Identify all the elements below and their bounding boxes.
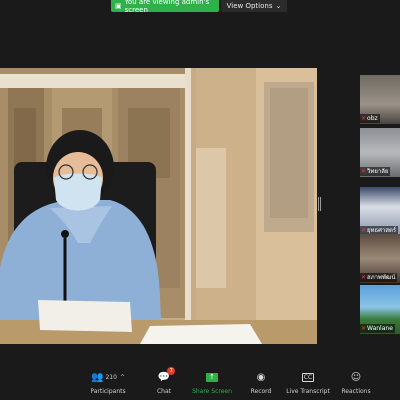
participant-name-tag: ✕ obz (360, 114, 380, 123)
chevron-down-icon: ⌄ (275, 2, 282, 10)
participant-name: obz (367, 115, 378, 122)
closed-caption-icon: CC (301, 372, 315, 382)
record-icon: ◉ (256, 371, 266, 383)
participant-thumbnail[interactable]: ✕ สภาพพัฒน์ (360, 234, 400, 283)
active-speaker-video (0, 68, 317, 344)
share-screen-icon: ↑ (206, 372, 218, 382)
muted-mic-icon: ✕ (361, 274, 367, 281)
participant-name-tag: ✕ Wanlane (360, 324, 395, 333)
chat-unread-badge: 7 (167, 367, 176, 375)
share-screen-label: Share Screen (192, 388, 232, 395)
participants-options-caret[interactable]: ^ (120, 374, 125, 381)
participants-label: Participants (90, 388, 126, 395)
participant-thumbnail[interactable]: ✕ ยุทธศาสตร์ (360, 187, 400, 236)
participants-button[interactable]: 👥 210 ^ Participants (86, 370, 130, 398)
muted-mic-icon: ✕ (361, 168, 367, 175)
record-button[interactable]: ◉ Record (248, 370, 274, 398)
view-options-label: View Options (226, 2, 273, 10)
participant-name-tag: ✕ วิทยาลัย (360, 167, 391, 176)
meeting-toolbar: 👥 210 ^ Participants 💬 7 Chat ↑ Share Sc… (0, 367, 400, 400)
share-screen-button[interactable]: ↑ Share Screen (190, 370, 234, 398)
live-transcript-button[interactable]: CC Live Transcript (286, 370, 330, 398)
muted-mic-icon: ✕ (361, 325, 367, 332)
participant-thumbnail[interactable]: ✕ วิทยาลัย (360, 128, 400, 177)
chat-button[interactable]: 💬 7 Chat (152, 367, 176, 398)
participant-name: วิทยาลัย (367, 168, 389, 175)
participant-thumbnail[interactable]: ✕ obz (360, 75, 400, 124)
view-options-button[interactable]: View Options ⌄ (221, 0, 287, 12)
live-transcript-label: Live Transcript (286, 388, 330, 395)
screen-share-banner: ▣ You are viewing admin's screen View Op… (0, 0, 400, 14)
chat-label: Chat (156, 388, 172, 395)
participants-count: 210 (105, 373, 117, 381)
participant-name: สภาพพัฒน์ (367, 274, 396, 281)
participants-icon: 👥 (91, 371, 104, 383)
reactions-icon: ☺ (350, 371, 362, 383)
resize-handle[interactable] (318, 197, 321, 211)
reactions-button[interactable]: ☺ Reactions (340, 370, 372, 398)
muted-mic-icon: ✕ (361, 115, 367, 122)
record-label: Record (250, 388, 272, 395)
reactions-label: Reactions (341, 388, 371, 395)
share-screen-icon: ▣ (115, 2, 122, 10)
participant-name-tag: ✕ สภาพพัฒน์ (360, 273, 398, 282)
viewing-screen-text: You are viewing admin's screen (124, 0, 210, 14)
participant-name: Wanlane (367, 325, 393, 332)
viewing-screen-indicator: ▣ You are viewing admin's screen (111, 0, 219, 14)
speaker-video-frame (0, 68, 317, 344)
participant-thumbnail[interactable]: ✕ Wanlane (360, 285, 400, 334)
